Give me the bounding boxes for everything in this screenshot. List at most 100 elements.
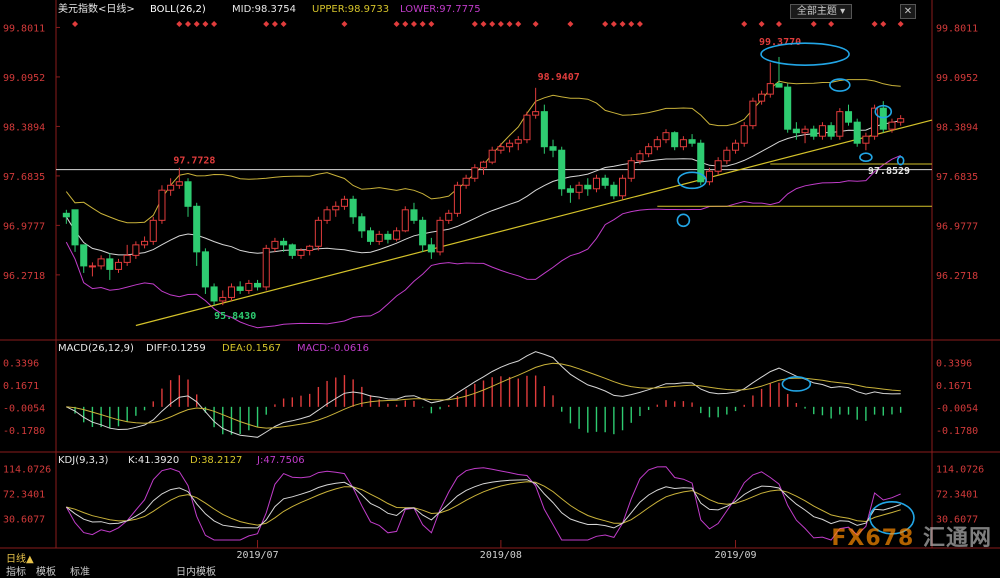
candle-body (132, 244, 140, 256)
candle-body (114, 261, 123, 270)
candle-body (445, 212, 453, 221)
candle-body (514, 139, 522, 144)
candle-body (175, 181, 183, 186)
candle-body (479, 161, 488, 169)
candle-body (384, 233, 392, 240)
macd-y-tick-left: -0.0054 (3, 404, 45, 415)
boll-upper-value: UPPER:98.9733 (312, 4, 390, 15)
macd-dea-value: DEA:0.1567 (222, 343, 282, 354)
candle-body (775, 83, 783, 88)
price-y-tick-right: 96.2718 (936, 271, 978, 282)
candle-body (558, 149, 566, 190)
candle-body (210, 286, 218, 302)
candle-body (671, 132, 679, 148)
candle-body (844, 111, 853, 123)
theme-dropdown[interactable]: 全部主题 ▾ (790, 4, 852, 19)
candle-body (688, 139, 696, 144)
candle-body (236, 286, 244, 291)
kdj-y-tick-left: 30.6077 (3, 515, 45, 526)
candle-body (401, 209, 409, 232)
candle-body (575, 184, 583, 193)
bottom-toolbar: 日线▲ 指标 模板 标准 日内模板 (0, 549, 1000, 578)
candle-body (97, 258, 105, 267)
candle-body (306, 245, 314, 251)
candle-body (453, 184, 461, 214)
chevron-down-icon: ▾ (840, 6, 846, 17)
close-button[interactable]: ✕ (900, 4, 916, 19)
candle-body (245, 282, 253, 291)
candle-body (818, 125, 826, 137)
boll-mid-value: MID:98.3754 (232, 4, 296, 15)
kdj-title: KDJ(9,3,3) (58, 455, 109, 466)
candle-body (314, 219, 322, 247)
candle-body (323, 209, 331, 221)
candle-body (662, 132, 670, 141)
candle-body (784, 86, 792, 130)
candle-body (366, 230, 375, 242)
candle-body (149, 219, 157, 242)
candle-body (549, 146, 557, 151)
triangle-up-icon: ▲ (26, 554, 34, 565)
kdj-y-tick-right: 114.0726 (936, 465, 984, 476)
kdj-d-value: D:38.2127 (190, 455, 243, 466)
candle-body (393, 230, 401, 240)
candle-body (888, 121, 896, 130)
price-y-tick-right: 99.0952 (936, 73, 978, 84)
kdj-j-value: J:47.7506 (257, 455, 305, 466)
candle-body (297, 249, 305, 256)
macd-y-tick-left: -0.1780 (3, 426, 45, 437)
candle-body (523, 114, 531, 141)
candle-body (879, 107, 887, 130)
candle-body (419, 219, 427, 246)
candle-body (427, 244, 435, 253)
theme-dropdown-label: 全部主题 (796, 6, 837, 17)
candle-body (332, 205, 340, 211)
candle-body (253, 282, 262, 288)
candle-body (853, 121, 861, 144)
candle-body (506, 142, 514, 148)
kdj-y-tick-left: 72.3401 (3, 490, 45, 501)
candle-body (731, 142, 740, 151)
candle-body (619, 177, 627, 197)
candle-body (592, 177, 601, 190)
candle-body (792, 128, 800, 134)
candle-body (540, 111, 548, 148)
candle-body (436, 219, 444, 253)
candle-body (375, 233, 383, 242)
price-annotation: 95.8430 (214, 311, 256, 322)
kdj-k-value: K:41.3920 (128, 455, 180, 466)
kdj-y-tick-right: 72.3401 (936, 490, 978, 501)
price-y-tick-left: 96.9777 (3, 221, 45, 232)
candle-body (897, 118, 905, 123)
candle-body (636, 153, 644, 162)
kdj-y-tick-left: 114.0726 (3, 465, 51, 476)
chart-canvas[interactable]: 99.8011 99.8011 99.0952 99.0952 98.3894 98.38… (0, 0, 1000, 571)
candle-body (219, 296, 227, 302)
candle-body (358, 216, 366, 232)
candle-body (601, 177, 609, 186)
price-y-tick-right: 97.6835 (936, 172, 978, 183)
candle-body (705, 170, 714, 183)
price-y-tick-right: 96.9777 (936, 221, 978, 232)
candle-body (584, 184, 592, 190)
candle-body (679, 139, 687, 148)
candle-body (801, 128, 809, 134)
watermark-brand: FX678 (831, 526, 915, 551)
boll-lower-value: LOWER:97.7775 (400, 4, 481, 15)
candle-body (167, 184, 175, 191)
candle-body (201, 251, 209, 288)
candle-body (462, 177, 470, 186)
candle-body (88, 265, 96, 268)
candle-body (827, 125, 835, 137)
chart-title: 美元指数<日线> (58, 4, 135, 15)
candle-body (123, 254, 131, 263)
candle-body (740, 125, 748, 144)
candle-body (766, 83, 774, 95)
boll-label: BOLL(26,2) (150, 4, 206, 15)
candle-body (532, 111, 540, 116)
price-y-tick-left: 98.3894 (3, 122, 45, 133)
candle-body (471, 167, 479, 179)
macd-diff-value: DIFF:0.1259 (146, 343, 206, 354)
macd-y-tick-right: -0.1780 (936, 426, 978, 437)
candle-body (62, 212, 70, 218)
